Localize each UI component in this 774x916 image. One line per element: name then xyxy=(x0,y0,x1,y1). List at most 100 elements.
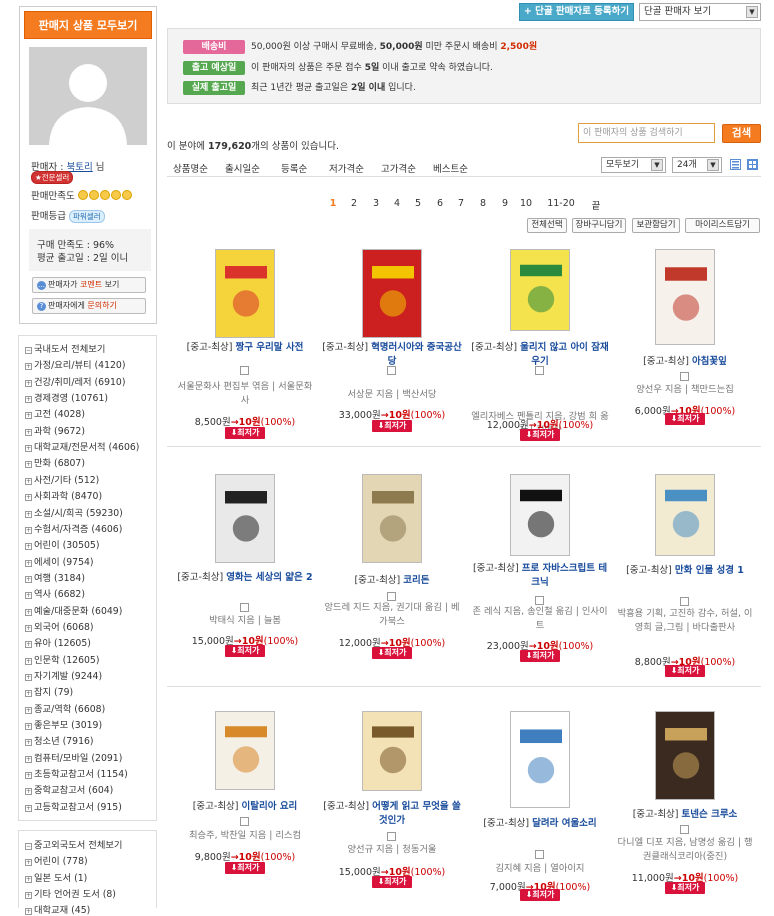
page-link[interactable]: 1 xyxy=(326,198,340,209)
category-item[interactable]: + 에세이 (9754) xyxy=(25,554,94,568)
category-item[interactable]: + 과학 (9672) xyxy=(25,423,85,437)
lowest-price-button[interactable]: ⬇최저가 xyxy=(372,647,412,659)
product-checkbox[interactable] xyxy=(535,850,544,859)
filter-select[interactable]: 모두보기 ▼ xyxy=(601,157,666,173)
product-name[interactable]: 울리지 않고 아이 잠재우기 xyxy=(520,342,609,367)
register-favorite-seller-button[interactable]: + 단골 판매자로 등록하기 xyxy=(519,3,634,21)
book-cover[interactable] xyxy=(362,711,422,791)
product-title[interactable]: [중고-최상] 영화는 세상의 얇은 2 xyxy=(175,571,315,585)
lowest-price-button[interactable]: ⬇최저가 xyxy=(372,876,412,888)
product-title[interactable]: [중고-최상] 울리지 않고 아이 잠재우기 xyxy=(470,341,610,369)
category-item[interactable]: + 소설/시/희곡 (59230) xyxy=(25,505,123,519)
book-cover[interactable] xyxy=(215,711,275,790)
page-link[interactable]: 끝 xyxy=(589,198,603,212)
category-item[interactable]: + 만화 (6807) xyxy=(25,455,85,469)
lowest-price-button[interactable]: ⬇최저가 xyxy=(225,645,265,657)
book-cover[interactable] xyxy=(215,249,275,338)
category-item[interactable]: + 고등학교참고서 (915) xyxy=(25,799,122,813)
category-item[interactable]: + 유아 (12605) xyxy=(25,635,91,649)
lowest-price-button[interactable]: ⬇최저가 xyxy=(372,420,412,432)
page-link[interactable]: 10 xyxy=(519,198,533,209)
page-link[interactable]: 7 xyxy=(454,198,468,209)
sort-tab[interactable]: 출시일순 xyxy=(225,161,260,175)
product-name[interactable]: 영화는 세상의 얇은 2 xyxy=(226,572,312,583)
page-link[interactable]: 6 xyxy=(433,198,447,209)
book-cover[interactable] xyxy=(215,474,275,563)
product-title[interactable]: [중고-최상] 어떻게 읽고 무엇을 쓸 것인가 xyxy=(322,800,462,828)
seller-search-input[interactable]: 이 판매자의 상품 검색하기 xyxy=(578,123,715,143)
product-checkbox[interactable] xyxy=(680,825,689,834)
lowest-price-button[interactable]: ⬇최저가 xyxy=(665,413,705,425)
book-cover[interactable] xyxy=(362,249,422,338)
sort-tab[interactable]: 등록순 xyxy=(281,161,307,175)
category-item[interactable]: + 청소년 (7916) xyxy=(25,733,94,747)
seller-all-products-button[interactable]: 판매지 상품 모두보기 xyxy=(24,11,152,39)
category-item[interactable]: + 자기계발 (9244) xyxy=(25,668,102,682)
product-checkbox[interactable] xyxy=(387,592,396,601)
book-cover[interactable] xyxy=(655,249,715,345)
category-item[interactable]: + 예술/대중문화 (6049) xyxy=(25,603,122,617)
book-cover[interactable] xyxy=(655,474,715,556)
sort-tab[interactable]: 저가격순 xyxy=(329,161,364,175)
category-item[interactable]: + 대학교재/전문서적 (4606) xyxy=(25,439,139,453)
product-checkbox[interactable] xyxy=(387,832,396,841)
sort-tab[interactable]: 상품명순 xyxy=(173,161,208,175)
category-item[interactable]: + 사회과학 (8470) xyxy=(25,488,102,502)
product-checkbox[interactable] xyxy=(240,817,249,826)
page-link[interactable]: 2 xyxy=(347,198,361,209)
category-item[interactable]: + 잡지 (79) xyxy=(25,684,73,698)
action-button[interactable]: 장바구니담기 xyxy=(572,218,626,233)
product-title[interactable]: [중고-최상] 혁명러시아와 중국공산당 xyxy=(322,341,462,369)
product-name[interactable]: 이탈리아 요리 xyxy=(242,801,298,812)
category-item[interactable]: + 기타 언어권 도서 (8) xyxy=(25,886,116,900)
category-item[interactable]: + 외국어 (6068) xyxy=(25,619,94,633)
grid-view-icon[interactable] xyxy=(747,159,758,170)
book-cover[interactable] xyxy=(362,474,422,563)
product-title[interactable]: [중고-최상] 짱구 우리말 사전 xyxy=(175,341,315,355)
product-title[interactable]: [중고-최상] 달려라 여울소리 xyxy=(470,817,610,831)
lowest-price-button[interactable]: ⬇최저가 xyxy=(225,427,265,439)
category-item[interactable]: − 중고외국도서 전체보기 xyxy=(25,837,123,851)
search-button[interactable]: 검색 xyxy=(722,124,761,143)
product-checkbox[interactable] xyxy=(535,596,544,605)
category-item[interactable]: + 여행 (3184) xyxy=(25,570,85,584)
lowest-price-button[interactable]: ⬇최저가 xyxy=(520,429,560,441)
seller-ask-button[interactable]: ? 판매자에게 문의하기 xyxy=(32,298,146,314)
product-title[interactable]: [중고-최상] 만화 인물 성경 1 xyxy=(615,564,755,578)
product-title[interactable]: [중고-최상] 코리돈 xyxy=(322,574,462,588)
lowest-price-button[interactable]: ⬇최저가 xyxy=(665,882,705,894)
favorite-seller-select[interactable]: 단골 판매자 보기 ▼ xyxy=(639,3,761,21)
product-title[interactable]: [중고-최상] 프로 자바스크립트 테크닉 xyxy=(470,562,610,590)
category-item[interactable]: + 건강/취미/레저 (6910) xyxy=(25,374,125,388)
lowest-price-button[interactable]: ⬇최저가 xyxy=(520,650,560,662)
product-checkbox[interactable] xyxy=(535,366,544,375)
product-name[interactable]: 만화 인물 성경 1 xyxy=(675,565,744,576)
product-name[interactable]: 달려라 여울소리 xyxy=(532,818,597,829)
category-item[interactable]: + 경제경영 (10761) xyxy=(25,390,108,404)
category-item[interactable]: + 사전/기타 (512) xyxy=(25,472,99,486)
page-link[interactable]: 3 xyxy=(369,198,383,209)
product-title[interactable]: [중고-최상] 아침꽃잎 xyxy=(615,355,755,369)
category-item[interactable]: + 역사 (6682) xyxy=(25,586,85,600)
product-checkbox[interactable] xyxy=(240,366,249,375)
page-link[interactable]: 5 xyxy=(411,198,425,209)
book-cover[interactable] xyxy=(655,711,715,800)
category-item[interactable]: + 컴퓨터/모바일 (2091) xyxy=(25,750,122,764)
category-item[interactable]: + 대학교재 (45) xyxy=(25,902,90,916)
product-name[interactable]: 짱구 우리말 사전 xyxy=(236,342,304,353)
category-item[interactable]: − 국내도서 전체보기 xyxy=(25,341,105,355)
lowest-price-button[interactable]: ⬇최저가 xyxy=(665,665,705,677)
category-item[interactable]: + 종교/역학 (6608) xyxy=(25,701,105,715)
product-name[interactable]: 혁명러시아와 중국공산당 xyxy=(371,342,462,367)
book-cover[interactable] xyxy=(510,249,570,331)
action-button[interactable]: 마이리스트담기 xyxy=(685,218,760,233)
action-button[interactable]: 보관함담기 xyxy=(632,218,680,233)
sort-tab[interactable]: 고가격순 xyxy=(381,161,416,175)
product-checkbox[interactable] xyxy=(680,597,689,606)
product-name[interactable]: 코리돈 xyxy=(403,575,429,586)
product-checkbox[interactable] xyxy=(240,603,249,612)
product-name[interactable]: 아침꽃잎 xyxy=(692,356,727,367)
book-cover[interactable] xyxy=(510,711,570,808)
product-title[interactable]: [중고-최상] 토넨슨 크루소 xyxy=(615,808,755,822)
lowest-price-button[interactable]: ⬇최저가 xyxy=(225,862,265,874)
